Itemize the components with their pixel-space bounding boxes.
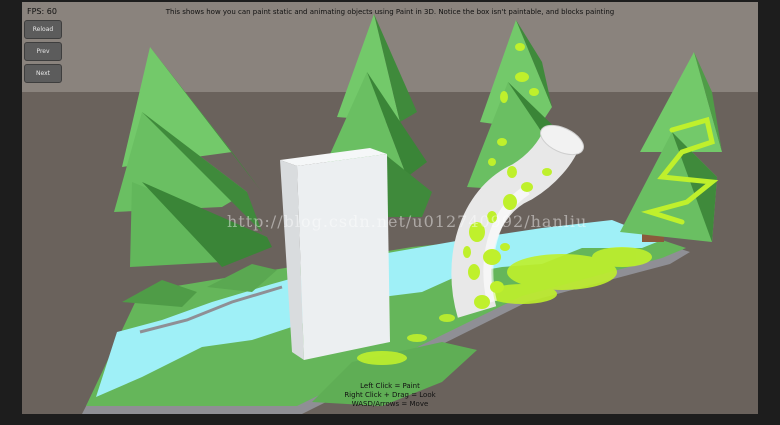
control-move: WASD/Arrows = Move: [351, 400, 429, 408]
next-button[interactable]: Next: [24, 64, 62, 83]
reload-button[interactable]: Reload: [24, 20, 62, 39]
white-box: [280, 148, 390, 360]
prev-button[interactable]: Prev: [24, 42, 62, 61]
control-paint: Left Click = Paint: [360, 382, 420, 390]
game-viewport[interactable]: http://blog.csdn.net/u012740992/hanliu F…: [22, 2, 758, 414]
watermark: http://blog.csdn.net/u012740992/hanliu: [227, 212, 588, 231]
scene[interactable]: [22, 2, 758, 414]
control-look: Right Click + Drag = Look: [344, 391, 436, 399]
controls-help: Left Click = Paint Right Click + Drag = …: [22, 382, 758, 409]
hint-text: This shows how you can paint static and …: [165, 8, 615, 16]
